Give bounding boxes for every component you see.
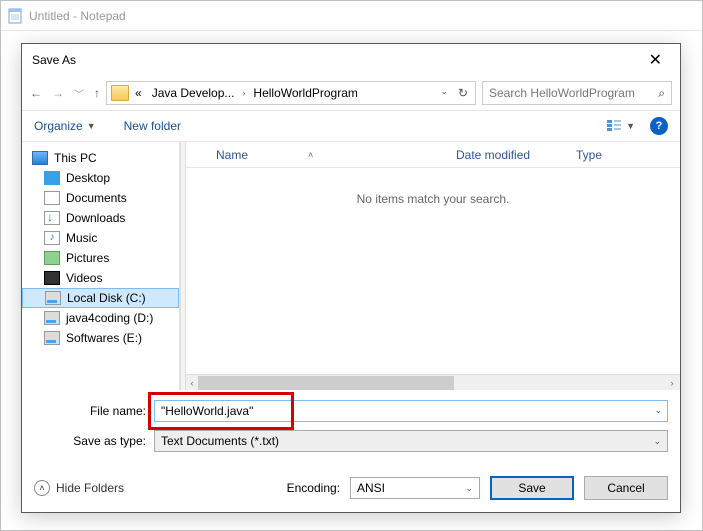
column-headers: Name˄ Date modified Type — [186, 142, 680, 168]
nav-row: ← → ﹀ ↑ « Java Develop... › HelloWorldPr… — [22, 76, 680, 110]
address-dropdown-icon[interactable]: ⌄ — [437, 86, 451, 100]
empty-message: No items match your search. — [186, 168, 680, 206]
tree-downloads[interactable]: Downloads — [22, 208, 179, 228]
disk-icon — [44, 311, 60, 325]
encoding-label: Encoding: — [287, 481, 340, 495]
filename-label: File name: — [34, 404, 154, 418]
tree-music[interactable]: ♪Music — [22, 228, 179, 248]
new-folder-button[interactable]: New folder — [124, 119, 181, 133]
chevron-right-icon: › — [240, 88, 247, 98]
disk-icon — [45, 291, 61, 305]
pc-icon — [32, 151, 48, 165]
tree-softwares-e[interactable]: Softwares (E:) — [22, 328, 179, 348]
collapse-icon: ˄ — [34, 480, 50, 496]
view-icon — [606, 119, 622, 133]
scrollbar-thumb[interactable] — [198, 376, 454, 390]
horizontal-scrollbar[interactable]: ‹ › — [186, 374, 680, 390]
recent-chevron-icon[interactable]: ﹀ — [74, 86, 84, 101]
chevron-down-icon: ▼ — [87, 121, 96, 131]
up-icon[interactable]: ↑ — [94, 86, 100, 100]
sort-asc-icon: ˄ — [308, 150, 313, 160]
desktop-icon — [44, 171, 60, 185]
organize-button[interactable]: Organize ▼ — [34, 119, 96, 133]
forward-icon: → — [52, 86, 64, 100]
tree-documents[interactable]: Documents — [22, 188, 179, 208]
col-date[interactable]: Date modified — [456, 148, 576, 162]
scroll-right-icon[interactable]: › — [664, 378, 680, 388]
tree-local-disk-c[interactable]: Local Disk (C:) — [22, 288, 179, 308]
col-type[interactable]: Type — [576, 148, 680, 162]
folder-icon — [111, 85, 129, 101]
address-bar[interactable]: « Java Develop... › HelloWorldProgram ⌄ … — [106, 81, 476, 105]
dialog-titlebar: Save As ✕ — [22, 44, 680, 76]
back-icon[interactable]: ← — [30, 86, 42, 100]
notepad-titlebar: Untitled - Notepad — [1, 1, 702, 31]
documents-icon — [44, 191, 60, 205]
save-as-dialog: Save As ✕ ← → ﹀ ↑ « Java Develop... › He… — [21, 43, 681, 513]
search-input[interactable]: Search HelloWorldProgram ⌕ — [482, 81, 672, 105]
videos-icon — [44, 271, 60, 285]
chevron-down-icon: ⌄ — [653, 436, 661, 447]
scroll-left-icon[interactable]: ‹ — [186, 378, 198, 388]
nav-arrows: ← → ﹀ ↑ — [30, 86, 100, 101]
pictures-icon — [44, 251, 60, 265]
savetype-label: Save as type: — [34, 434, 154, 448]
filename-input[interactable] — [154, 400, 668, 422]
file-list-pane: Name˄ Date modified Type No items match … — [186, 142, 680, 390]
notepad-title-text: Untitled - Notepad — [29, 9, 126, 23]
nav-tree: This PC Desktop Documents Downloads ♪Mus… — [22, 142, 180, 390]
refresh-icon[interactable]: ↻ — [455, 86, 471, 100]
breadcrumb-prefix[interactable]: « — [131, 86, 146, 100]
save-button[interactable]: Save — [490, 476, 574, 500]
tree-this-pc[interactable]: This PC — [22, 148, 179, 168]
toolbar: Organize ▼ New folder ▼ ? — [22, 110, 680, 142]
col-name[interactable]: Name˄ — [216, 148, 456, 162]
tree-pictures[interactable]: Pictures — [22, 248, 179, 268]
close-icon[interactable]: ✕ — [641, 46, 670, 74]
breadcrumb-part2[interactable]: HelloWorldProgram — [249, 86, 361, 100]
search-icon: ⌕ — [658, 86, 665, 101]
music-icon: ♪ — [44, 231, 60, 245]
filename-dropdown-icon[interactable]: ⌄ — [654, 405, 662, 416]
tree-java4coding-d[interactable]: java4coding (D:) — [22, 308, 179, 328]
chevron-down-icon: ⌄ — [465, 483, 473, 494]
help-icon[interactable]: ? — [650, 117, 668, 135]
chevron-down-icon: ▼ — [626, 121, 635, 131]
tree-desktop[interactable]: Desktop — [22, 168, 179, 188]
breadcrumb-part1[interactable]: Java Develop... — [148, 86, 239, 100]
dialog-title-text: Save As — [32, 53, 76, 67]
cancel-button[interactable]: Cancel — [584, 476, 668, 500]
downloads-icon — [44, 211, 60, 225]
encoding-combo[interactable]: ANSI ⌄ — [350, 477, 480, 499]
notepad-icon — [7, 8, 23, 24]
savetype-combo[interactable]: Text Documents (*.txt) ⌄ — [154, 430, 668, 452]
search-placeholder: Search HelloWorldProgram — [489, 86, 635, 100]
view-options-button[interactable]: ▼ — [601, 116, 640, 136]
tree-videos[interactable]: Videos — [22, 268, 179, 288]
hide-folders-button[interactable]: ˄ Hide Folders — [34, 480, 124, 496]
disk-icon — [44, 331, 60, 345]
